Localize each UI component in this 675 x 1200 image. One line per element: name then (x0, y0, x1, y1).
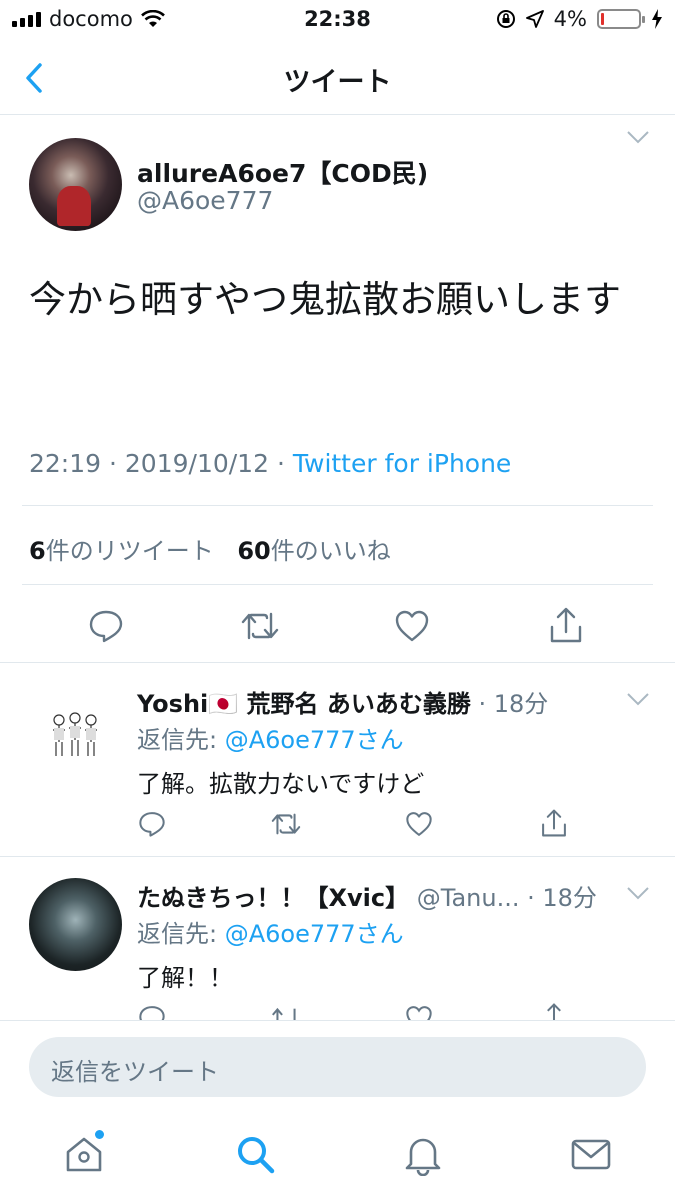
status-right: 4% (496, 7, 663, 31)
like-count: 60 (237, 537, 271, 565)
like-icon[interactable] (405, 1004, 433, 1020)
retweet-icon[interactable] (240, 608, 280, 644)
battery-icon (597, 9, 645, 29)
reply-to: 返信先: @A6oe777さん (137, 914, 404, 949)
retweets-stat[interactable]: 6件のリツイート (29, 537, 214, 565)
status-bar: docomo 22:38 4% (0, 0, 675, 40)
reply-to: 返信先: @A6oe777さん (137, 720, 404, 755)
reply-text: 了解！！ (137, 964, 233, 992)
tweet-actions (0, 604, 675, 648)
reply-tweet[interactable]: Yoshi🇯🇵 荒野名 あいあむ義勝 · 18分 返信先: @A6oe777さん… (0, 664, 675, 857)
user-handle[interactable]: @A6oe777 (137, 186, 273, 215)
reply-input[interactable]: 返信をツイート (29, 1037, 646, 1097)
divider (22, 505, 653, 506)
nav-bar: ツイート (0, 40, 675, 115)
avatar[interactable] (29, 684, 122, 777)
like-label: 件のいいね (270, 537, 391, 565)
like-icon[interactable] (405, 810, 433, 838)
reply-icon[interactable] (138, 810, 166, 838)
reply-icon[interactable] (88, 608, 124, 644)
tweet-source-link[interactable]: Twitter for iPhone (293, 449, 511, 478)
tweet-time: 22:19 (29, 449, 102, 478)
battery-percent: 4% (553, 7, 587, 31)
chevron-down-icon[interactable] (626, 130, 650, 144)
page-title: ツイート (283, 67, 392, 98)
share-icon[interactable] (548, 606, 584, 644)
orientation-lock-icon (496, 10, 515, 28)
location-icon (525, 10, 544, 28)
chevron-down-icon[interactable] (626, 886, 650, 900)
avatar[interactable] (29, 878, 122, 971)
reply-handle[interactable]: @Tanu... (417, 884, 520, 912)
tweet-date: 2019/10/12 (124, 449, 269, 478)
notification-dot (95, 1130, 104, 1139)
divider (22, 584, 653, 585)
reply-header: たぬきちっ！！【Xvic】 @Tanu... · 18分 (137, 884, 597, 912)
messages-icon[interactable] (569, 1132, 613, 1176)
charging-icon (652, 9, 662, 29)
avatar[interactable] (29, 138, 122, 231)
retweet-icon[interactable] (270, 810, 302, 838)
tweet-meta: 22:19 · 2019/10/12 · Twitter for iPhone (29, 449, 512, 478)
tweet-stats: 6件のリツイート 60件のいいね (29, 531, 391, 566)
reply-to-prefix: 返信先: (137, 920, 225, 948)
reply-to-link[interactable]: @A6oe777さん (225, 920, 404, 948)
main-tweet: allureA6oe7【COD民) @A6oe777 今から晒すやつ鬼拡散お願い… (0, 116, 675, 663)
reply-icon[interactable] (138, 1004, 166, 1020)
reply-age: 18分 (542, 884, 597, 912)
reply-tweet[interactable]: たぬきちっ！！【Xvic】 @Tanu... · 18分 返信先: @A6oe7… (0, 858, 675, 1020)
reply-composer-bar: 返信をツイート (0, 1020, 675, 1110)
retweet-label: 件のリツイート (45, 537, 214, 565)
reply-to-prefix: 返信先: (137, 726, 225, 754)
tab-bar (0, 1110, 675, 1200)
display-name[interactable]: allureA6oe7【COD民) (137, 154, 428, 190)
notifications-icon[interactable] (401, 1132, 445, 1176)
reply-to-link[interactable]: @A6oe777さん (225, 726, 404, 754)
retweet-count: 6 (29, 537, 46, 565)
share-icon[interactable] (540, 1002, 568, 1020)
tweet-text: 今から晒すやつ鬼拡散お願いします (29, 278, 621, 321)
retweet-icon[interactable] (270, 1004, 302, 1020)
reply-display-name[interactable]: たぬきちっ！！【Xvic】 (137, 884, 409, 912)
search-icon[interactable] (233, 1132, 277, 1176)
like-icon[interactable] (394, 608, 430, 644)
reply-display-name[interactable]: Yoshi🇯🇵 荒野名 あいあむ義勝 (137, 690, 471, 718)
reply-header: Yoshi🇯🇵 荒野名 あいあむ義勝 · 18分 (137, 690, 549, 718)
reply-age: 18分 (493, 690, 549, 718)
reply-text: 了解。拡散力ないですけど (137, 770, 425, 798)
share-icon[interactable] (540, 808, 568, 838)
chevron-down-icon[interactable] (626, 692, 650, 706)
likes-stat[interactable]: 60件のいいね (237, 537, 390, 565)
